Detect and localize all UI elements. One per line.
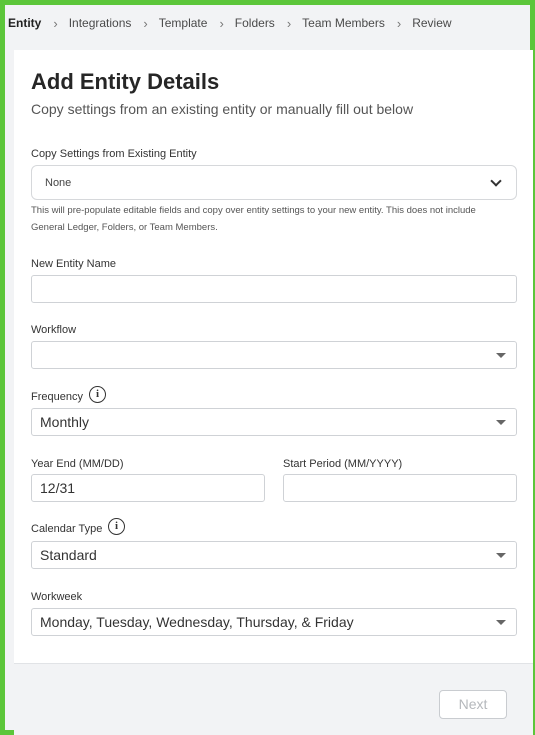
frequency-select[interactable]: Monthly [31,408,517,436]
year-end-value: 12/31 [40,480,76,496]
year-end-label: Year End (MM/DD) [31,458,124,470]
breadcrumb-step-integrations[interactable]: Integrations [69,16,132,30]
entity-details-card: Add Entity Details Copy settings from an… [14,50,533,663]
breadcrumb-step-entity[interactable]: Entity [8,16,41,30]
start-period-input[interactable] [283,474,517,502]
chevron-down-icon [490,174,502,187]
calendar-type-select[interactable]: Standard [31,541,517,569]
caret-down-icon [496,353,506,358]
chevron-right-icon: › [53,15,58,31]
entity-name-label: New Entity Name [31,258,116,270]
breadcrumb-step-review[interactable]: Review [412,16,451,30]
copy-settings-help: This will pre-populate editable fields a… [31,205,476,233]
caret-down-icon [496,553,506,558]
breadcrumb-step-template[interactable]: Template [159,16,208,30]
info-icon[interactable]: i [89,386,106,403]
copy-settings-select[interactable]: None [31,165,517,200]
page-subtitle: Copy settings from an existing entity or… [31,101,414,117]
workflow-select[interactable] [31,341,517,369]
copy-settings-label: Copy Settings from Existing Entity [31,148,197,160]
workflow-label: Workflow [31,324,77,336]
copy-settings-value: None [45,176,72,189]
frequency-value: Monthly [40,414,90,430]
entity-name-input[interactable] [31,275,517,303]
calendar-type-value: Standard [40,547,97,563]
year-end-input[interactable]: 12/31 [31,474,265,502]
workweek-value: Monday, Tuesday, Wednesday, Thursday, & … [40,614,354,630]
breadcrumb-step-folders[interactable]: Folders [235,16,275,30]
breadcrumb-step-team-members[interactable]: Team Members [302,16,385,30]
info-icon[interactable]: i [108,518,125,535]
start-period-label: Start Period (MM/YYYY) [283,458,403,470]
frequency-label: Frequency [31,391,83,403]
calendar-type-label: Calendar Type [31,523,103,535]
chevron-right-icon: › [143,15,148,31]
chevron-right-icon: › [396,15,402,31]
caret-down-icon [496,620,506,625]
footer-bar: Next [14,663,533,735]
page-title: Add Entity Details [31,69,220,94]
chevron-right-icon: › [286,15,292,31]
workweek-select[interactable]: Monday, Tuesday, Wednesday, Thursday, & … [31,608,517,636]
next-button[interactable]: Next [439,690,507,719]
app-frame: Entity › Integrations › Template › Folde… [0,0,535,735]
workweek-label: Workweek [31,591,83,603]
caret-down-icon [496,420,506,425]
chevron-right-icon: › [219,15,224,31]
breadcrumb: Entity › Integrations › Template › Folde… [8,11,452,35]
